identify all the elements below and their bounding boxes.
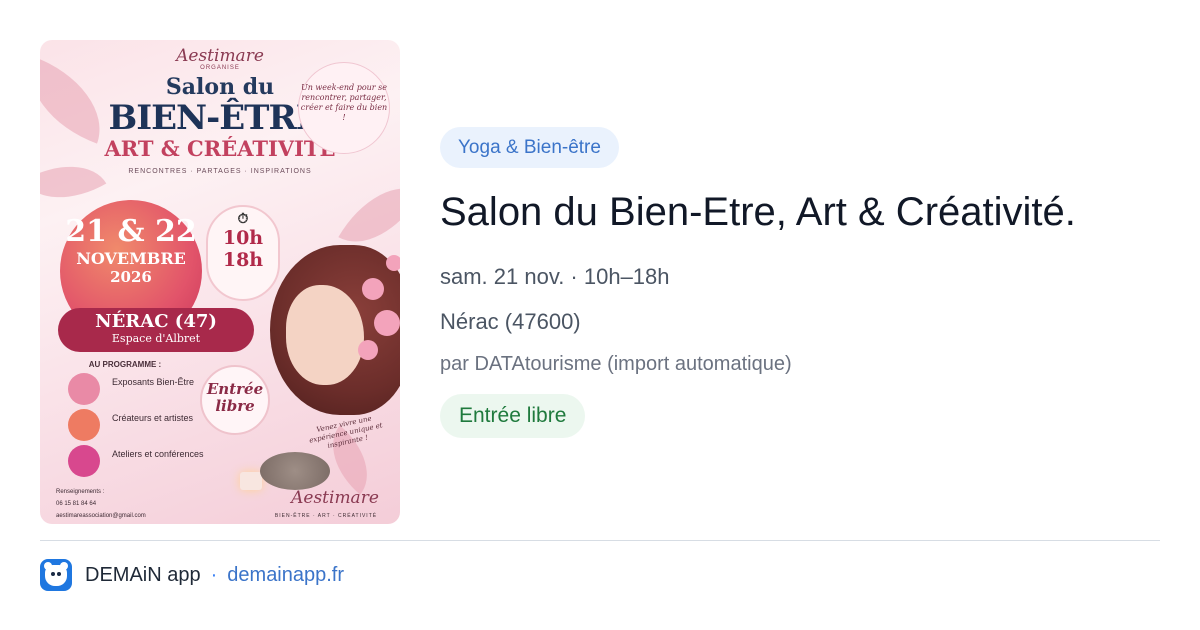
app-logo-icon[interactable] bbox=[40, 559, 72, 591]
poster-program-label: Exposants Bien-Être bbox=[112, 377, 195, 387]
poster-contact-phone: 06 15 81 84 64 bbox=[56, 501, 97, 507]
category-tag[interactable]: Yoga & Bien-être bbox=[440, 127, 619, 168]
flower-decoration bbox=[374, 310, 400, 336]
poster-date-days: 21 & 22 bbox=[65, 214, 197, 249]
poster-tagline: Un week-end pour se rencontrer, partager… bbox=[298, 62, 390, 154]
flower-decoration bbox=[358, 340, 378, 360]
poster-location-banner: NÉRAC (47) Espace d'Albret bbox=[58, 308, 254, 352]
poster-program-title: AU PROGRAMME : bbox=[88, 360, 162, 369]
event-location: Nérac (47600) bbox=[440, 309, 581, 334]
candle-decoration bbox=[240, 472, 262, 490]
poster-program-label: Créateurs et artistes bbox=[112, 413, 194, 423]
poster-location-city: NÉRAC (47) bbox=[95, 311, 217, 332]
price-badge: Entrée libre bbox=[440, 394, 586, 438]
poster-program-label: Ateliers et conférences bbox=[112, 449, 204, 459]
woman-face bbox=[286, 285, 364, 385]
poster-date-month: NOVEMBRE bbox=[76, 249, 186, 268]
poster-hours-end: 18h bbox=[222, 249, 264, 271]
clock-icon: ⏱ bbox=[237, 211, 249, 227]
poster-program-item: Exposants Bien-Être bbox=[68, 373, 218, 407]
app-domain-link[interactable]: demainapp.fr bbox=[227, 564, 344, 587]
flower-decoration bbox=[362, 278, 384, 300]
poster-contact-email: aestimareassociation@gmail.com bbox=[56, 513, 146, 519]
event-datetime: sam. 21 nov. · 10h–18h bbox=[440, 264, 670, 289]
poster-date-year: 2026 bbox=[110, 268, 152, 286]
poster-tags: RENCONTRES · PARTAGES · INSPIRATIONS bbox=[128, 168, 312, 175]
poster-hours-badge: ⏱ 10h 18h bbox=[206, 205, 280, 301]
poster-program-item: Créateurs et artistes bbox=[68, 409, 218, 443]
logo-eye bbox=[57, 572, 61, 576]
poster-brand-bottom: Aestimare bbox=[291, 488, 379, 508]
footer: DEMAiN app · demainapp.fr bbox=[40, 558, 344, 592]
poster-brand-sub: BIEN-ÊTRE · ART · CRÉATIVITÉ bbox=[274, 513, 378, 519]
app-name: DEMAiN app bbox=[85, 563, 201, 586]
poster-contact-title: Renseignements : bbox=[56, 489, 105, 495]
footer-separator: · bbox=[210, 563, 218, 586]
footer-divider bbox=[40, 540, 1160, 541]
lotus-icon bbox=[68, 373, 100, 405]
poster-hours-start: 10h bbox=[222, 227, 264, 249]
logo-face bbox=[45, 565, 67, 586]
logo-eye bbox=[51, 572, 55, 576]
palette-icon bbox=[68, 409, 100, 441]
poster-contact: Renseignements : 06 15 81 84 64 aestimar… bbox=[56, 486, 236, 522]
event-poster-image[interactable]: Aestimare ORGANISE Salon du BIEN-ÊTRE, A… bbox=[40, 40, 400, 524]
poster-entree-badge: Entrée libre bbox=[200, 365, 270, 435]
poster-location-venue: Espace d'Albret bbox=[111, 332, 201, 345]
people-icon bbox=[68, 445, 100, 477]
poster-program-item: Ateliers et conférences bbox=[68, 445, 218, 479]
event-title[interactable]: Salon du Bien-Etre, Art & Créativité. bbox=[440, 186, 1180, 238]
event-source: par DATAtourisme (import automatique) bbox=[440, 353, 792, 375]
flower-decoration bbox=[386, 255, 400, 271]
stones-decoration bbox=[260, 452, 330, 490]
